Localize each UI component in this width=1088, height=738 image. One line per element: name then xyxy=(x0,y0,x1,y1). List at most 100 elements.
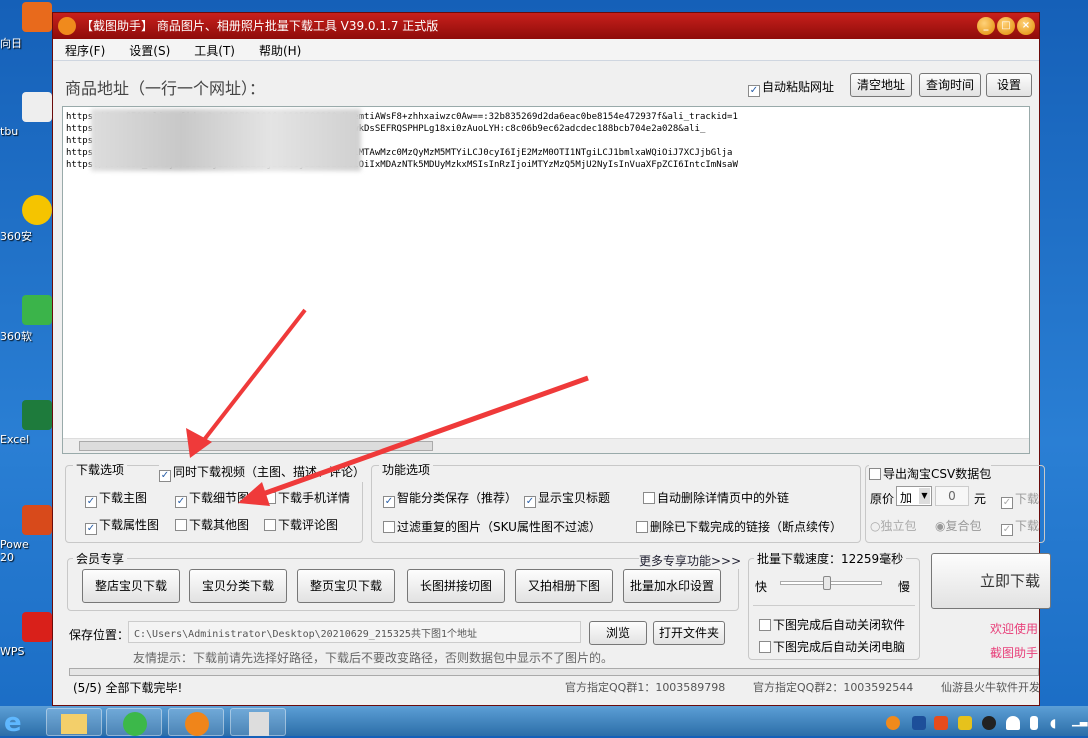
volume-icon[interactable]: ◖ xyxy=(1050,716,1064,730)
auto-shutdown-checkbox[interactable]: 下图完成后自动关闭电脑 xyxy=(759,638,905,655)
bluetooth-icon[interactable] xyxy=(912,716,926,730)
status-message: (5/5) 全部下载完毕! xyxy=(73,681,183,695)
window-title: 【截图助手】 商品图片、相册照片批量下载工具 V39.0.1.7 正式版 xyxy=(81,19,439,33)
tray-security-icon[interactable] xyxy=(958,716,972,730)
notification-icon[interactable] xyxy=(1006,716,1020,730)
minimize-button[interactable]: _ xyxy=(977,17,995,35)
save-location-label: 保存位置： xyxy=(69,628,130,642)
single-pack-radio[interactable]: ○独立包 xyxy=(870,517,917,534)
divider xyxy=(753,605,915,606)
url-label: 商品地址（一行一个网址）： xyxy=(65,79,266,98)
delete-completed-checkbox[interactable]: 删除已下载完成的链接（断点续传） xyxy=(636,518,842,535)
chevron-down-icon: ▼ xyxy=(919,488,930,504)
app-taskbar-button[interactable] xyxy=(168,708,224,736)
battery-icon[interactable] xyxy=(1030,716,1038,730)
group-title: 下载选项 xyxy=(73,461,128,478)
long-image-button[interactable]: 长图拼接切图 xyxy=(407,569,505,603)
group-title: 功能选项 xyxy=(379,461,434,478)
save-path-input[interactable]: C:\Users\Administrator\Desktop\20210629_… xyxy=(128,621,581,643)
upyun-album-button[interactable]: 又拍相册下图 xyxy=(515,569,613,603)
price-label: 原价 xyxy=(870,492,895,506)
browse-button[interactable]: 浏览 xyxy=(589,621,647,645)
tray-app-icon[interactable] xyxy=(886,716,900,730)
scrollbar-thumb[interactable] xyxy=(79,441,433,451)
close-button[interactable]: × xyxy=(1017,17,1035,35)
app-logo-icon xyxy=(58,17,76,35)
company-name: 仙游县火牛软件开发 xyxy=(941,681,1040,694)
more-features-link[interactable]: 更多专享功能>>> xyxy=(639,552,742,569)
desktop-icon[interactable]: 向日 xyxy=(0,2,52,51)
auto-close-app-checkbox[interactable]: 下图完成后自动关闭软件 xyxy=(759,616,905,633)
explorer-taskbar-button[interactable] xyxy=(46,708,102,736)
remove-links-checkbox[interactable]: 自动删除详情页中的外链 xyxy=(643,489,789,506)
speed-label: 批量下载速度：12259毫秒 xyxy=(754,550,907,567)
auto-paste-checkbox[interactable]: ✓ 自动粘贴网址 xyxy=(748,78,834,97)
photo-taskbar-button[interactable] xyxy=(230,708,286,736)
download-other-checkbox[interactable]: 下载其他图 xyxy=(175,516,249,533)
photo-icon xyxy=(249,712,269,736)
qq-group-1: 官方指定QQ群1：1003589798 xyxy=(565,681,726,694)
show-title-checkbox[interactable]: ✓ 显示宝贝标题 xyxy=(524,489,610,508)
desktop-icon[interactable]: tbu xyxy=(0,92,52,138)
download-attr-checkbox[interactable]: ✓ 下载属性图 xyxy=(85,516,159,535)
desktop-icon[interactable]: Powe 20 xyxy=(0,505,52,564)
slider-thumb[interactable] xyxy=(823,576,832,590)
download-main-checkbox[interactable]: ✓ 下载主图 xyxy=(85,489,147,508)
open-folder-button[interactable]: 打开文件夹 xyxy=(653,621,725,645)
url-textarea[interactable]: https://...870&ali_refid=a3_430673_1006:… xyxy=(62,106,1030,454)
folder-icon xyxy=(61,714,87,734)
download-checkbox-1[interactable]: ✓ 下载 xyxy=(1001,490,1039,509)
qq-group-2: 官方指定QQ群2：1003592544 xyxy=(753,681,914,694)
horizontal-scrollbar[interactable] xyxy=(63,438,1029,453)
download-mobile-checkbox[interactable]: 下载手机详情 xyxy=(264,489,350,506)
menu-help[interactable]: 帮助(H) xyxy=(247,39,313,59)
settings-button[interactable]: 设置 xyxy=(986,73,1032,97)
menu-tools[interactable]: 工具(T) xyxy=(182,39,247,59)
browser-taskbar-button[interactable] xyxy=(106,708,162,736)
network-icon[interactable]: ▁▃ xyxy=(1072,716,1087,730)
download-icon xyxy=(185,712,209,736)
menu-program[interactable]: 程序(F) xyxy=(53,39,117,59)
title-bar: 【截图助手】 商品图片、相册照片批量下载工具 V39.0.1.7 正式版 _ □… xyxy=(53,13,1039,39)
unit-label: 元 xyxy=(974,492,987,506)
desktop-icon[interactable]: WPS xyxy=(0,612,52,658)
tray-flag-icon[interactable] xyxy=(934,716,948,730)
watermark-button[interactable]: 批量加水印设置 xyxy=(623,569,721,603)
shop-download-button[interactable]: 整店宝贝下载 xyxy=(82,569,180,603)
progress-bar xyxy=(69,668,1039,676)
download-checkbox-2[interactable]: ✓ 下载 xyxy=(1001,517,1039,536)
app-window: 【截图助手】 商品图片、相册照片批量下载工具 V39.0.1.7 正式版 _ □… xyxy=(52,12,1051,706)
slow-label: 慢 xyxy=(898,580,911,594)
menu-bar: 程序(F) 设置(S) 工具(T) 帮助(H) xyxy=(53,39,1039,61)
browser-icon xyxy=(123,712,147,736)
download-video-checkbox[interactable]: ✓ 同时下载视频（主图、描述、评论） xyxy=(159,463,366,482)
desktop-icon[interactable]: 360软 xyxy=(0,295,52,344)
qq-icon[interactable] xyxy=(982,716,996,730)
page-download-button[interactable]: 整页宝贝下载 xyxy=(297,569,395,603)
price-op-select[interactable]: 加 ▼ xyxy=(896,486,932,506)
group-title: 会员专享 xyxy=(73,550,128,567)
welcome-text: 欢迎使用 xyxy=(990,622,1039,636)
tip-text: 友情提示：下载前请先选择好路径，下载后不要改变路径，否则数据包中显示不了图片的。 xyxy=(133,651,614,665)
ie-icon[interactable]: e xyxy=(4,708,38,738)
category-download-button[interactable]: 宝贝分类下载 xyxy=(189,569,287,603)
taskbar: e ◖ ▁▃ xyxy=(0,706,1088,738)
menu-settings[interactable]: 设置(S) xyxy=(117,39,182,59)
brand-text: 截图助手 xyxy=(990,646,1039,660)
desktop-icon[interactable]: Excel xyxy=(0,400,52,446)
desktop-icon[interactable]: 360安 xyxy=(0,195,52,244)
combined-pack-radio[interactable]: ◉复合包 xyxy=(935,517,982,534)
filter-duplicates-checkbox[interactable]: 过滤重复的图片（SKU属性图不过滤） xyxy=(383,518,601,535)
download-review-checkbox[interactable]: 下载评论图 xyxy=(264,516,338,533)
download-detail-checkbox[interactable]: ✓ 下载细节图 xyxy=(175,489,249,508)
query-time-button[interactable]: 查询时间 xyxy=(919,73,981,97)
fast-label: 快 xyxy=(755,580,768,594)
start-download-button[interactable]: 立即下载 xyxy=(931,553,1051,609)
export-csv-checkbox[interactable]: 导出淘宝CSV数据包 xyxy=(869,465,992,482)
price-value-input[interactable]: 0 xyxy=(935,486,969,506)
smart-save-checkbox[interactable]: ✓ 智能分类保存（推荐） xyxy=(383,489,517,508)
clear-urls-button[interactable]: 清空地址 xyxy=(850,73,912,97)
speed-slider[interactable] xyxy=(780,576,882,590)
redacted-area xyxy=(91,109,361,171)
maximize-button[interactable]: □ xyxy=(997,17,1015,35)
